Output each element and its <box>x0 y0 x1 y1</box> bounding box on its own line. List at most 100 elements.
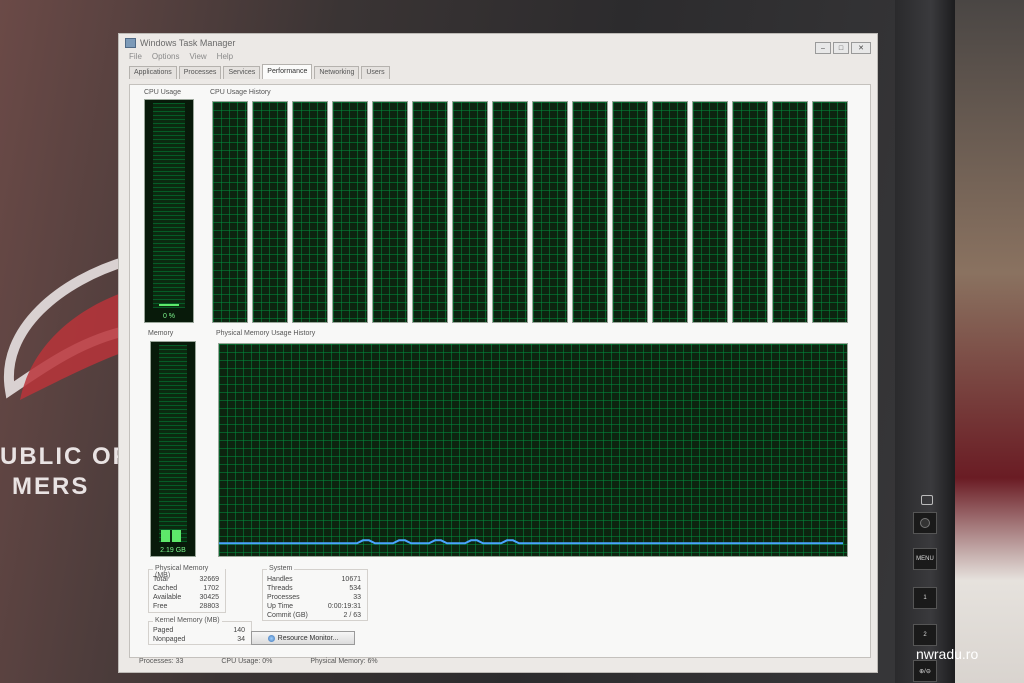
background-scene <box>955 0 1024 683</box>
sys-processes-value: 33 <box>353 594 361 601</box>
physical-memory-box: Physical Memory (MB) Total 32669 Cached 17… <box>148 565 226 613</box>
cpu-core-graph <box>612 101 648 323</box>
tab-applications[interactable]: Applications <box>129 66 177 79</box>
cpu-core-graph <box>692 101 728 323</box>
pm-row-available: Available 30425 <box>153 594 219 603</box>
cpu-core-graph <box>332 101 368 323</box>
resource-monitor-icon <box>267 634 275 642</box>
monitor-bezel <box>895 0 955 683</box>
sys-uptime-value: 0:00:19:31 <box>327 603 361 610</box>
pm-cached-value: 1702 <box>203 585 219 592</box>
kernel-memory-title: Kernel Memory (MB) <box>153 617 222 624</box>
task-manager-icon <box>125 38 136 48</box>
cpu-gauge-grid <box>153 103 185 308</box>
pm-available-label: Available <box>153 594 182 601</box>
memory-value: 2.19 GB <box>160 547 186 554</box>
performance-panel: CPU Usage 0 % CPU Usage History Memory 2… <box>129 84 871 658</box>
cpu-core-graph <box>532 101 568 323</box>
pm-total-value: 32669 <box>199 576 219 583</box>
resource-monitor-label: Resource Monitor... <box>277 634 339 642</box>
pm-total-label: Total <box>153 576 168 583</box>
kernel-memory-box: Kernel Memory (MB) Paged 140 Nonpaged 34 <box>148 617 252 645</box>
memory-history-line <box>219 539 843 545</box>
sys-threads-value: 534 <box>349 585 361 592</box>
monitor-button-3[interactable]: ⊕/⊖ <box>913 660 937 682</box>
resource-monitor-button[interactable]: Resource Monitor... <box>251 631 355 645</box>
menu-view[interactable]: View <box>189 52 206 65</box>
window-controls: – □ ✕ <box>815 42 871 54</box>
km-paged-value: 140 <box>233 627 245 634</box>
monitor-button-2[interactable]: 2 <box>913 624 937 646</box>
physical-memory-history-graph <box>218 343 848 557</box>
wallpaper-text-line2: MERS <box>12 473 90 500</box>
sys-row-commit: Commit (GB) 2 / 63 <box>267 612 361 621</box>
sys-handles-value: 10671 <box>341 576 361 583</box>
sys-row-threads: Threads 534 <box>267 585 361 594</box>
km-nonpaged-label: Nonpaged <box>153 636 186 643</box>
menu-help[interactable]: Help <box>217 52 233 65</box>
pm-available-value: 30425 <box>199 594 219 601</box>
pm-free-value: 28803 <box>199 603 219 610</box>
tab-networking[interactable]: Networking <box>314 66 360 79</box>
cpu-core-graph <box>292 101 328 323</box>
km-row-nonpaged: Nonpaged 34 <box>153 636 245 645</box>
km-row-paged: Paged 140 <box>153 627 245 636</box>
sys-row-processes: Processes 33 <box>267 594 361 603</box>
tab-processes[interactable]: Processes <box>178 66 222 79</box>
pm-free-label: Free <box>153 603 168 610</box>
cpu-usage-label: CPU Usage <box>144 89 181 96</box>
minimize-button[interactable]: – <box>815 42 831 54</box>
km-paged-label: Paged <box>153 627 174 634</box>
sys-processes-label: Processes <box>267 594 300 601</box>
menu-bar: File Options View Help <box>119 52 877 65</box>
menu-options[interactable]: Options <box>152 52 180 65</box>
sys-uptime-label: Up Time <box>267 603 294 610</box>
monitor-button-1[interactable]: 1 <box>913 587 937 609</box>
system-box: System Handles 10671 Threads 534 Processes… <box>262 565 368 621</box>
monitor-power-button[interactable] <box>913 512 937 534</box>
pm-row-free: Free 28803 <box>153 603 219 612</box>
sys-commit-label: Commit (GB) <box>267 612 308 619</box>
sys-row-handles: Handles 10671 <box>267 576 361 585</box>
sys-row-uptime: Up Time 0:00:19:31 <box>267 603 361 612</box>
close-button[interactable]: ✕ <box>851 42 871 54</box>
cpu-gauge-level <box>159 304 179 306</box>
sys-commit-value: 2 / 63 <box>343 612 361 619</box>
cpu-core-graph <box>492 101 528 323</box>
task-manager-window: Windows Task Manager – □ ✕ File Options … <box>118 33 878 673</box>
km-nonpaged-value: 34 <box>237 636 245 643</box>
menu-file[interactable]: File <box>129 52 142 65</box>
status-cpu-usage: CPU Usage: 0% <box>221 658 273 665</box>
cpu-core-graph <box>572 101 608 323</box>
physical-memory-history-label: Physical Memory Usage History <box>216 330 316 337</box>
watermark: nwradu.ro <box>916 646 979 662</box>
status-processes: Processes: 33 <box>139 658 184 665</box>
system-title: System <box>267 565 295 572</box>
wallpaper-text-line1: UBLIC OF <box>0 443 130 470</box>
cpu-core-graph <box>372 101 408 323</box>
monitor-menu-button[interactable]: MENU <box>913 548 937 570</box>
memory-label: Memory <box>148 330 174 337</box>
status-physical-memory: Physical Memory: 6% <box>310 658 378 665</box>
pm-cached-label: Cached <box>153 585 178 592</box>
status-bar: Processes: 33 CPU Usage: 0% Physical Mem… <box>129 658 869 670</box>
cpu-core-graph <box>812 101 848 323</box>
title-bar: Windows Task Manager <box>119 34 877 52</box>
cpu-core-graph <box>772 101 808 323</box>
cpu-core-graph <box>732 101 768 323</box>
cpu-core-graph <box>412 101 448 323</box>
tab-users[interactable]: Users <box>361 66 390 79</box>
tab-performance[interactable]: Performance <box>262 64 313 79</box>
cpu-usage-value: 0 % <box>162 313 176 320</box>
memory-gauge: 2.19 GB <box>150 341 196 557</box>
cpu-history-graphs <box>212 101 848 323</box>
window-title: Windows Task Manager <box>140 38 236 48</box>
cpu-history-label: CPU Usage History <box>210 89 271 96</box>
sys-threads-label: Threads <box>267 585 293 592</box>
tab-strip: Applications Processes Services Performa… <box>119 64 877 79</box>
tab-services[interactable]: Services <box>223 66 261 79</box>
memory-gauge-fill <box>161 530 181 542</box>
maximize-button[interactable]: □ <box>833 42 849 54</box>
pm-row-total: Total 32669 <box>153 576 219 585</box>
cpu-usage-gauge: 0 % <box>144 99 194 323</box>
